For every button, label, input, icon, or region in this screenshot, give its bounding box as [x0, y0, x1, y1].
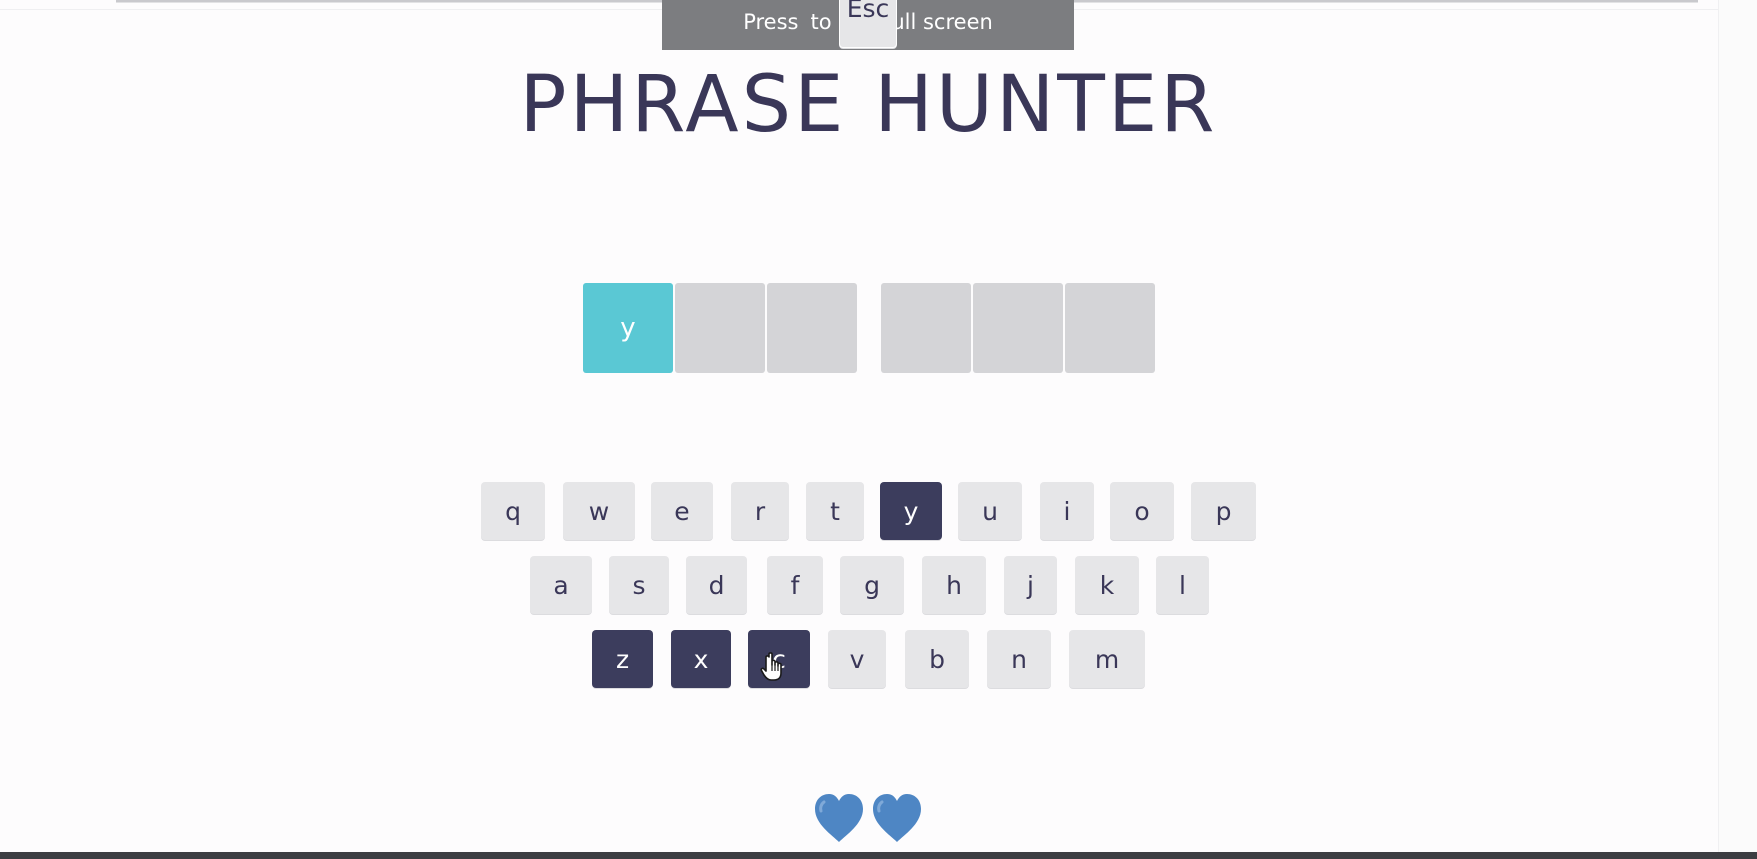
key-r[interactable]: r [731, 482, 789, 540]
key-h[interactable]: h [922, 556, 986, 614]
key-a[interactable]: a [530, 556, 592, 614]
fullscreen-notice: Press Esc to exit full screen [662, 0, 1074, 50]
hand-cursor-icon [760, 652, 782, 681]
page-title: PHRASE HUNTER [519, 60, 1218, 150]
key-i[interactable]: i [1040, 482, 1094, 540]
phrase-space [859, 283, 881, 373]
key-t[interactable]: t [806, 482, 864, 540]
key-g[interactable]: g [840, 556, 904, 614]
key-w[interactable]: w [563, 482, 635, 540]
key-d[interactable]: d [686, 556, 747, 614]
key-x[interactable]: x [671, 630, 731, 688]
esc-key-badge: Esc [838, 0, 898, 48]
keyboard-row-1: qwertyuiop [0, 482, 1757, 540]
key-f[interactable]: f [767, 556, 823, 614]
key-q[interactable]: q [481, 482, 545, 540]
fullscreen-notice-after: to exit full screen [810, 10, 993, 34]
key-m[interactable]: m [1069, 630, 1145, 688]
key-s[interactable]: s [609, 556, 669, 614]
key-y[interactable]: y [880, 482, 942, 540]
key-e[interactable]: e [651, 482, 713, 540]
lives-hearts [812, 792, 924, 844]
game-screen: Press Esc to exit full screen PHRASE HUN… [0, 0, 1757, 859]
phrase-letter-hidden [767, 283, 857, 373]
key-v[interactable]: v [828, 630, 886, 688]
key-k[interactable]: k [1075, 556, 1139, 614]
phrase-letter-hidden [881, 283, 971, 373]
key-n[interactable]: n [987, 630, 1051, 688]
heart-icon [870, 792, 924, 844]
key-j[interactable]: j [1004, 556, 1057, 614]
fullscreen-notice-before: Press [743, 10, 799, 34]
heart-icon [812, 792, 866, 844]
key-p[interactable]: p [1191, 482, 1256, 540]
phrase-letter-hidden [973, 283, 1063, 373]
phrase-letter-hidden [1065, 283, 1155, 373]
key-z[interactable]: z [592, 630, 653, 688]
keyboard-row-2: asdfghjkl [0, 556, 1757, 614]
key-o[interactable]: o [1110, 482, 1174, 540]
phrase-letter-hidden [675, 283, 765, 373]
key-l[interactable]: l [1156, 556, 1209, 614]
keyboard-row-3: zxcvbnm [0, 630, 1757, 688]
taskbar-edge [0, 852, 1757, 859]
phrase-letter-revealed: y [583, 283, 673, 373]
key-b[interactable]: b [905, 630, 969, 688]
key-u[interactable]: u [958, 482, 1022, 540]
phrase-board: y [583, 283, 1157, 373]
